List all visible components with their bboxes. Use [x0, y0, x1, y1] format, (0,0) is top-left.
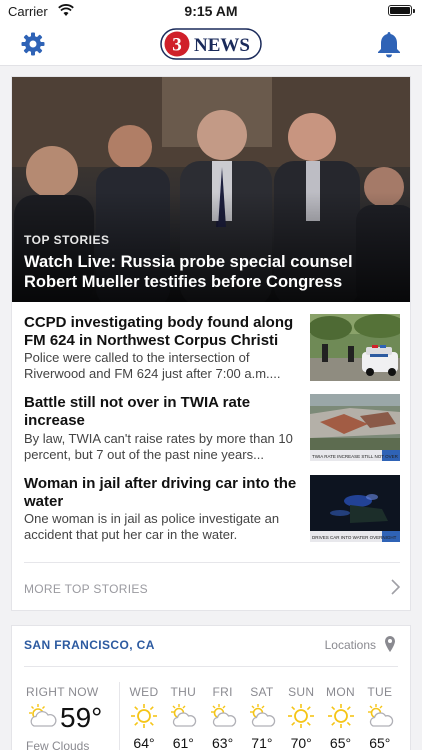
app-header: 3 NEWS [0, 22, 422, 66]
forecast-temperature: 70° [290, 735, 312, 750]
partly-cloudy-icon [210, 704, 236, 727]
app-logo: 3 NEWS [160, 27, 262, 61]
battery-icon [388, 5, 415, 16]
forecast-temperature: 65° [369, 735, 391, 750]
partly-cloudy-icon [171, 704, 197, 727]
list-item[interactable]: Woman in jail after driving car into the… [12, 475, 410, 547]
hero-story[interactable]: TOP STORIES Watch Live: Russia probe spe… [12, 77, 410, 302]
story-title[interactable]: Battle still not over in TWIA rate incre… [24, 394, 304, 430]
status-bar: Carrier 9:15 AM [0, 0, 422, 22]
forecast-temperature: 65° [329, 735, 352, 750]
more-top-stories-label: MORE TOP STORIES [24, 582, 148, 596]
gear-icon[interactable] [20, 31, 46, 57]
sun-icon [131, 704, 157, 728]
current-conditions: Few Clouds [26, 739, 90, 750]
forecast-temperature: 71° [251, 735, 273, 750]
partly-cloudy-icon [29, 704, 57, 727]
logo-text: NEWS [194, 35, 250, 56]
weather-card: SAN FRANCISCO, CA Locations RIGHT NOW 59… [11, 625, 411, 750]
forecast-day-tue[interactable]: TUE 65° [360, 685, 400, 750]
story-title[interactable]: Woman in jail after driving car into the… [24, 475, 304, 511]
forecast-day-wed[interactable]: WED 64° [124, 685, 164, 750]
chevron-right-icon [391, 579, 400, 595]
partly-cloudy-icon [367, 704, 393, 727]
weather-location[interactable]: SAN FRANCISCO, CA [24, 638, 155, 652]
list-item[interactable]: Battle still not over in TWIA rate incre… [12, 394, 410, 466]
story-title[interactable]: CCPD investigating body found along FM 6… [24, 314, 304, 350]
forecast-day-fri[interactable]: FRI 63° [203, 685, 243, 750]
top-stories-card: TOP STORIES Watch Live: Russia probe spe… [11, 76, 411, 611]
current-temperature: 59° [60, 702, 103, 733]
locations-link[interactable]: Locations [325, 638, 376, 652]
clock: 9:15 AM [184, 3, 238, 19]
section-kicker: TOP STORIES [24, 233, 110, 247]
logo-number: 3 [172, 35, 182, 56]
forecast-day-label: SAT [250, 685, 274, 699]
story-summary: Police were called to the intersection o… [24, 350, 281, 381]
forecast-day-label: SUN [288, 685, 315, 699]
forecast-temperature: 61° [172, 735, 194, 750]
story-thumbnail[interactable] [310, 314, 400, 381]
forecast-day-label: WED [129, 685, 159, 699]
thumbnail-caption: TWIA RATE INCREASE STILL NOT OVER [312, 454, 399, 459]
forecast-temperature: 64° [133, 735, 155, 750]
right-now-label: RIGHT NOW [26, 685, 99, 699]
forecast-temperature: 63° [212, 735, 234, 750]
list-item[interactable]: CCPD investigating body found along FM 6… [12, 314, 410, 386]
story-summary: One woman is in jail as police investiga… [24, 511, 280, 542]
forecast-day-sun[interactable]: SUN 70° [281, 685, 321, 750]
story-summary: By law, TWIA can't raise rates by more t… [24, 431, 293, 462]
forecast-day-label: TUE [367, 685, 393, 699]
sun-icon [288, 704, 315, 728]
partly-cloudy-icon [249, 704, 276, 727]
forecast-day-label: FRI [212, 685, 233, 699]
hero-headline[interactable]: Watch Live: Russia probe special counsel… [24, 252, 404, 292]
thumbnail-caption: DRIVES CAR INTO WATER OVERNIGHT [312, 535, 397, 540]
sun-icon [327, 704, 354, 728]
forecast-day-mon[interactable]: MON 65° [321, 685, 361, 750]
story-thumbnail[interactable]: DRIVES CAR INTO WATER OVERNIGHT [310, 475, 400, 542]
forecast-day-sat[interactable]: SAT 71° [242, 685, 282, 750]
map-pin-icon[interactable] [384, 635, 396, 653]
story-thumbnail[interactable]: TWIA RATE INCREASE STILL NOT OVER [310, 394, 400, 461]
forecast-day-label: THU [170, 685, 197, 699]
bell-icon[interactable] [376, 30, 402, 58]
forecast-day-label: MON [326, 685, 355, 699]
forecast-day-thu[interactable]: THU 61° [163, 685, 203, 750]
more-top-stories-link[interactable]: MORE TOP STORIES [24, 562, 400, 611]
